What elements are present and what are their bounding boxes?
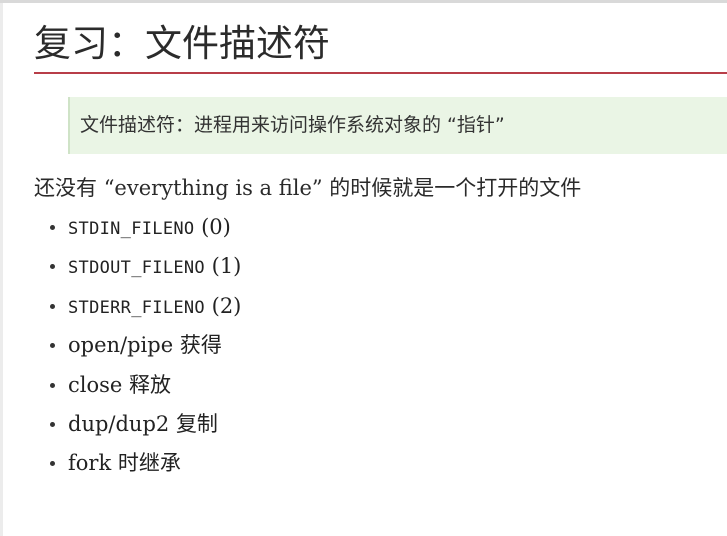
bullet-cjk: 时继承 (117, 451, 181, 476)
bullet-cjk: 复制 (175, 411, 218, 436)
bullet-text: close (68, 372, 130, 397)
bullet-dot-icon (50, 421, 55, 427)
bullet-text: (2) (204, 293, 242, 318)
definition-callout: 文件描述符：进程用来访问操作系统对象的 “指针” (68, 97, 727, 154)
bullet-content: fork 时继承 (68, 448, 181, 480)
bullet-dot-icon (50, 461, 55, 467)
bullet-dot-icon (50, 382, 55, 388)
bullet-dot-icon (50, 225, 55, 230)
top-border (0, 0, 727, 3)
bullet-cjk: 释放 (129, 372, 172, 397)
intro-line: 还没有 “everything is a file” 的时候就是一个打开的文件 (34, 174, 581, 202)
left-border (0, 3, 3, 536)
bullet-content: close 释放 (68, 370, 171, 402)
bullet-content: STDIN_FILENO (0) (68, 212, 231, 244)
bullet-code: STDERR_FILENO (68, 297, 205, 318)
intro-suffix: 的时候就是一个打开的文件 (322, 176, 582, 200)
bullet-text: fork (68, 451, 118, 476)
bullet-text: (0) (194, 215, 231, 239)
slide-title: 复习：文件描述符 (34, 22, 330, 65)
bullet-dot-icon (50, 264, 55, 270)
bullet-content: STDOUT_FILENO (1) (68, 251, 241, 283)
bullet-text: dup/dup2 (68, 411, 176, 436)
bullet-content: dup/dup2 复制 (68, 409, 218, 441)
bullet-content: open/pipe 获得 (68, 330, 222, 362)
bullet-text: (1) (204, 254, 242, 279)
intro-prefix: 还没有 (34, 176, 104, 200)
bullet-code: STDOUT_FILENO (68, 258, 205, 279)
bullet-dot-icon (50, 343, 55, 349)
title-underline (34, 72, 727, 74)
bullet-content: STDERR_FILENO (2) (68, 291, 241, 323)
bullet-code: STDIN_FILENO (68, 219, 195, 239)
bullet-cjk: 获得 (179, 333, 222, 358)
intro-quote: “everything is a file” (103, 176, 323, 200)
callout-text: 文件描述符：进程用来访问操作系统对象的 “指针” (80, 114, 505, 136)
bullet-dot-icon (50, 303, 55, 309)
bullet-text: open/pipe (68, 333, 180, 358)
